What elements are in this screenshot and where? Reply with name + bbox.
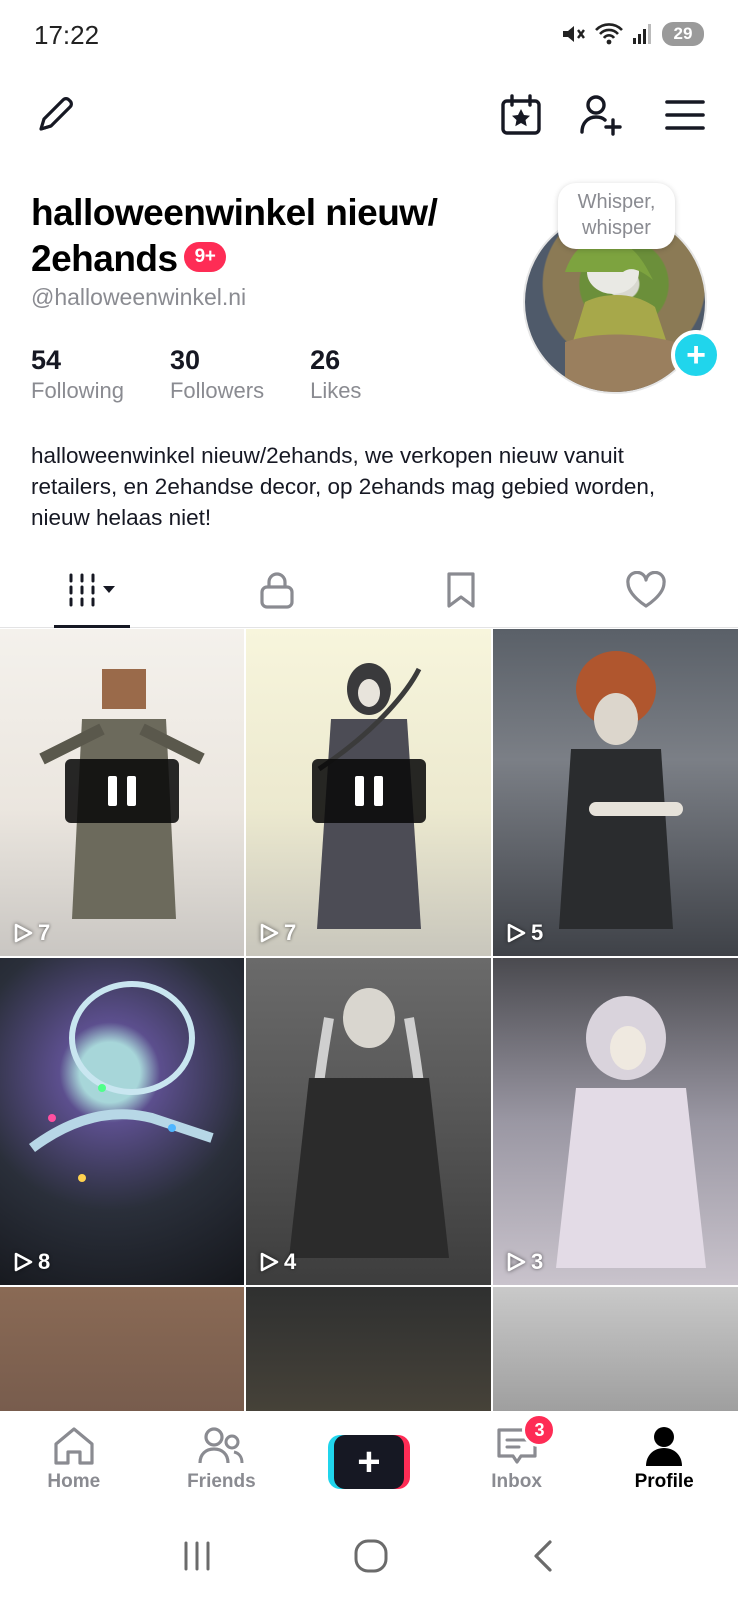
- status-bar: 17:22 29: [0, 0, 738, 72]
- tab-liked[interactable]: [554, 552, 738, 627]
- display-name-text: halloweenwinkel nieuw/ 2ehands: [31, 192, 438, 279]
- lock-icon: [260, 571, 294, 609]
- status-time: 17:22: [34, 20, 100, 50]
- display-name: halloweenwinkel nieuw/ 2ehands 9+: [31, 190, 501, 282]
- pencil-icon: [39, 97, 73, 131]
- bookmark-icon: [447, 571, 475, 608]
- view-count: 4: [258, 1249, 296, 1275]
- view-count: 5: [505, 920, 543, 946]
- video-thumbnail[interactable]: [493, 1287, 738, 1411]
- edit-profile-button[interactable]: [30, 90, 80, 140]
- video-thumbnail[interactable]: [0, 1287, 244, 1411]
- pause-icon: [108, 776, 117, 806]
- view-count: 8: [12, 1249, 50, 1275]
- play-icon: [260, 923, 279, 943]
- inbox-badge: 3: [522, 1413, 557, 1447]
- video-thumbnail[interactable]: 8: [0, 958, 244, 1285]
- create-button[interactable]: +: [327, 1435, 410, 1489]
- nav-friends[interactable]: Friends: [148, 1411, 296, 1511]
- followers-count: 30: [169, 345, 200, 375]
- mute-icon: [563, 26, 585, 42]
- nav-home[interactable]: Home: [0, 1411, 148, 1511]
- view-count-value: 5: [531, 920, 544, 945]
- view-count-value: 3: [531, 1249, 544, 1274]
- following-label: Following: [31, 378, 124, 403]
- following-count: 54: [31, 345, 62, 375]
- add-friend-button[interactable]: [576, 90, 626, 140]
- following-stat[interactable]: 54 Following: [31, 344, 124, 404]
- notification-badge[interactable]: 9+: [183, 242, 227, 273]
- thumbnail-image: [555, 996, 706, 1268]
- likes-label: Likes: [310, 378, 362, 403]
- video-thumbnail[interactable]: 7: [246, 629, 491, 956]
- view-count-value: 8: [38, 1249, 51, 1274]
- pause-overlay[interactable]: [65, 759, 179, 823]
- bottom-nav: Home Friends + 3 Inbox Profile: [0, 1411, 738, 1511]
- profile-bio: halloweenwinkel nieuw/2ehands, we verkop…: [31, 443, 656, 530]
- pause-overlay[interactable]: [311, 759, 426, 823]
- recent-apps-icon[interactable]: [180, 1539, 214, 1573]
- profile-stats: 54 Following 30 Followers 26 Likes: [31, 344, 407, 404]
- add-story-button[interactable]: +: [671, 330, 721, 380]
- friends-icon: [198, 1427, 244, 1464]
- calendar-star-icon: [501, 94, 541, 135]
- video-thumbnail[interactable]: 7: [0, 629, 244, 956]
- system-nav-bar: [0, 1511, 738, 1600]
- view-count: 7: [12, 920, 50, 946]
- username: @halloweenwinkel.ni: [31, 284, 247, 310]
- view-count-value: 7: [284, 920, 297, 945]
- play-icon: [507, 1252, 526, 1272]
- view-count-value: 4: [284, 1249, 297, 1274]
- play-icon: [14, 1252, 33, 1272]
- nav-friends-label: Friends: [187, 1471, 256, 1492]
- video-thumbnail[interactable]: 5: [493, 629, 738, 956]
- tab-saved[interactable]: [369, 552, 554, 627]
- status-bubble[interactable]: Whisper, whisper: [558, 183, 675, 249]
- status-icons: 29: [560, 22, 704, 46]
- home-icon: [54, 1427, 94, 1465]
- play-icon: [507, 923, 526, 943]
- nav-inbox[interactable]: 3 Inbox: [443, 1411, 591, 1511]
- pause-icon: [354, 776, 364, 806]
- nav-home-label: Home: [47, 1471, 101, 1492]
- likes-count: 26: [310, 345, 341, 375]
- heart-icon: [626, 570, 666, 608]
- grid-dropdown-icon: [69, 573, 116, 606]
- view-count: 3: [505, 1249, 543, 1275]
- menu-button[interactable]: [660, 90, 710, 140]
- view-count-value: 7: [38, 920, 51, 945]
- plus-icon: +: [333, 1435, 404, 1489]
- video-thumbnail[interactable]: 4: [246, 958, 491, 1285]
- battery-icon: 29: [662, 22, 704, 46]
- play-icon: [260, 1252, 279, 1272]
- events-button[interactable]: [496, 90, 546, 140]
- play-icon: [14, 923, 33, 943]
- followers-stat[interactable]: 30 Followers: [170, 344, 264, 404]
- tab-videos[interactable]: [0, 552, 185, 628]
- followers-label: Followers: [169, 378, 265, 403]
- video-thumbnail[interactable]: 3: [493, 958, 738, 1285]
- thumbnail-image: [29, 981, 214, 1182]
- view-count: 7: [258, 920, 296, 946]
- profile-icon: [646, 1427, 683, 1466]
- likes-stat[interactable]: 26 Likes: [310, 344, 361, 404]
- nav-profile[interactable]: Profile: [590, 1411, 738, 1511]
- nav-create[interactable]: +: [295, 1411, 443, 1511]
- add-user-icon: [580, 95, 622, 136]
- profile-tabs: [0, 552, 738, 628]
- wifi-icon: [595, 23, 623, 45]
- nav-inbox-label: Inbox: [491, 1471, 542, 1492]
- thumbnail-image: [558, 651, 683, 929]
- nav-profile-label: Profile: [634, 1471, 694, 1492]
- back-icon[interactable]: [528, 1538, 558, 1574]
- video-grid: 7 7 5 8 4 3: [0, 629, 738, 1411]
- menu-icon: [665, 100, 705, 130]
- thumbnail-image: [288, 988, 449, 1258]
- tab-private[interactable]: [185, 552, 370, 627]
- signal-icon: [633, 24, 651, 44]
- video-thumbnail[interactable]: [246, 1287, 491, 1411]
- home-system-icon[interactable]: [353, 1538, 389, 1574]
